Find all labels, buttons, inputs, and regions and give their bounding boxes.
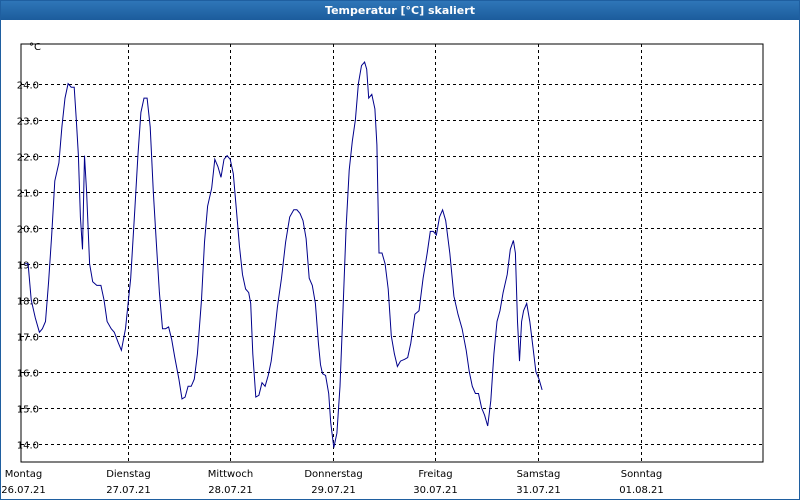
y-tick-label: 21.0 [17, 189, 39, 200]
y-tick-label: 14.0 [17, 441, 39, 452]
x-tick-date-label: 30.07.21 [413, 485, 458, 496]
x-tick-day-label: Freitag [418, 469, 452, 480]
x-tick-date-label: 28.07.21 [208, 485, 253, 496]
chart-window: Temperatur [°C] skaliert °C 14.0 15.0 16.0… [0, 0, 800, 500]
x-tick-day-label: Sonntag [621, 469, 663, 480]
x-tick-day-label: Samstag [517, 469, 561, 480]
x-tick-date-label: 29.07.21 [311, 485, 356, 496]
x-tick-date-label: 31.07.21 [516, 485, 561, 496]
x-tick-day-label: Donnerstag [304, 469, 362, 480]
x-tick-date-label: 26.07.21 [1, 485, 46, 496]
x-tick-day-label: Mittwoch [208, 469, 253, 480]
y-tick-label: 18.0 [17, 297, 39, 308]
y-tick-label: 20.0 [17, 225, 39, 236]
y-tick-label: 24.0 [17, 81, 39, 92]
y-tick-label: 15.0 [17, 405, 39, 416]
y-tick-label: 16.0 [17, 369, 39, 380]
y-tick-label: 17.0 [17, 333, 39, 344]
y-tick-label: 22.0 [17, 153, 39, 164]
x-tick-date-label: 27.07.21 [106, 485, 151, 496]
temperature-series-line [25, 60, 543, 448]
temperature-chart: °C 14.015.016.017.018.019.020.021.022.02… [1, 42, 764, 496]
y-axis-unit-label: °C [29, 42, 41, 53]
x-tick-labels: Montag 26.07.21 Dienstag 27.07.21 Mittwoch 28… [1, 469, 664, 496]
x-tick-day-label: Montag [5, 469, 42, 480]
y-tick-label: 23.0 [17, 117, 39, 128]
window-title: Temperatur [°C] skaliert [1, 1, 799, 20]
x-tick-day-label: Dienstag [106, 469, 151, 480]
x-tick-date-label: 01.08.21 [619, 485, 664, 496]
